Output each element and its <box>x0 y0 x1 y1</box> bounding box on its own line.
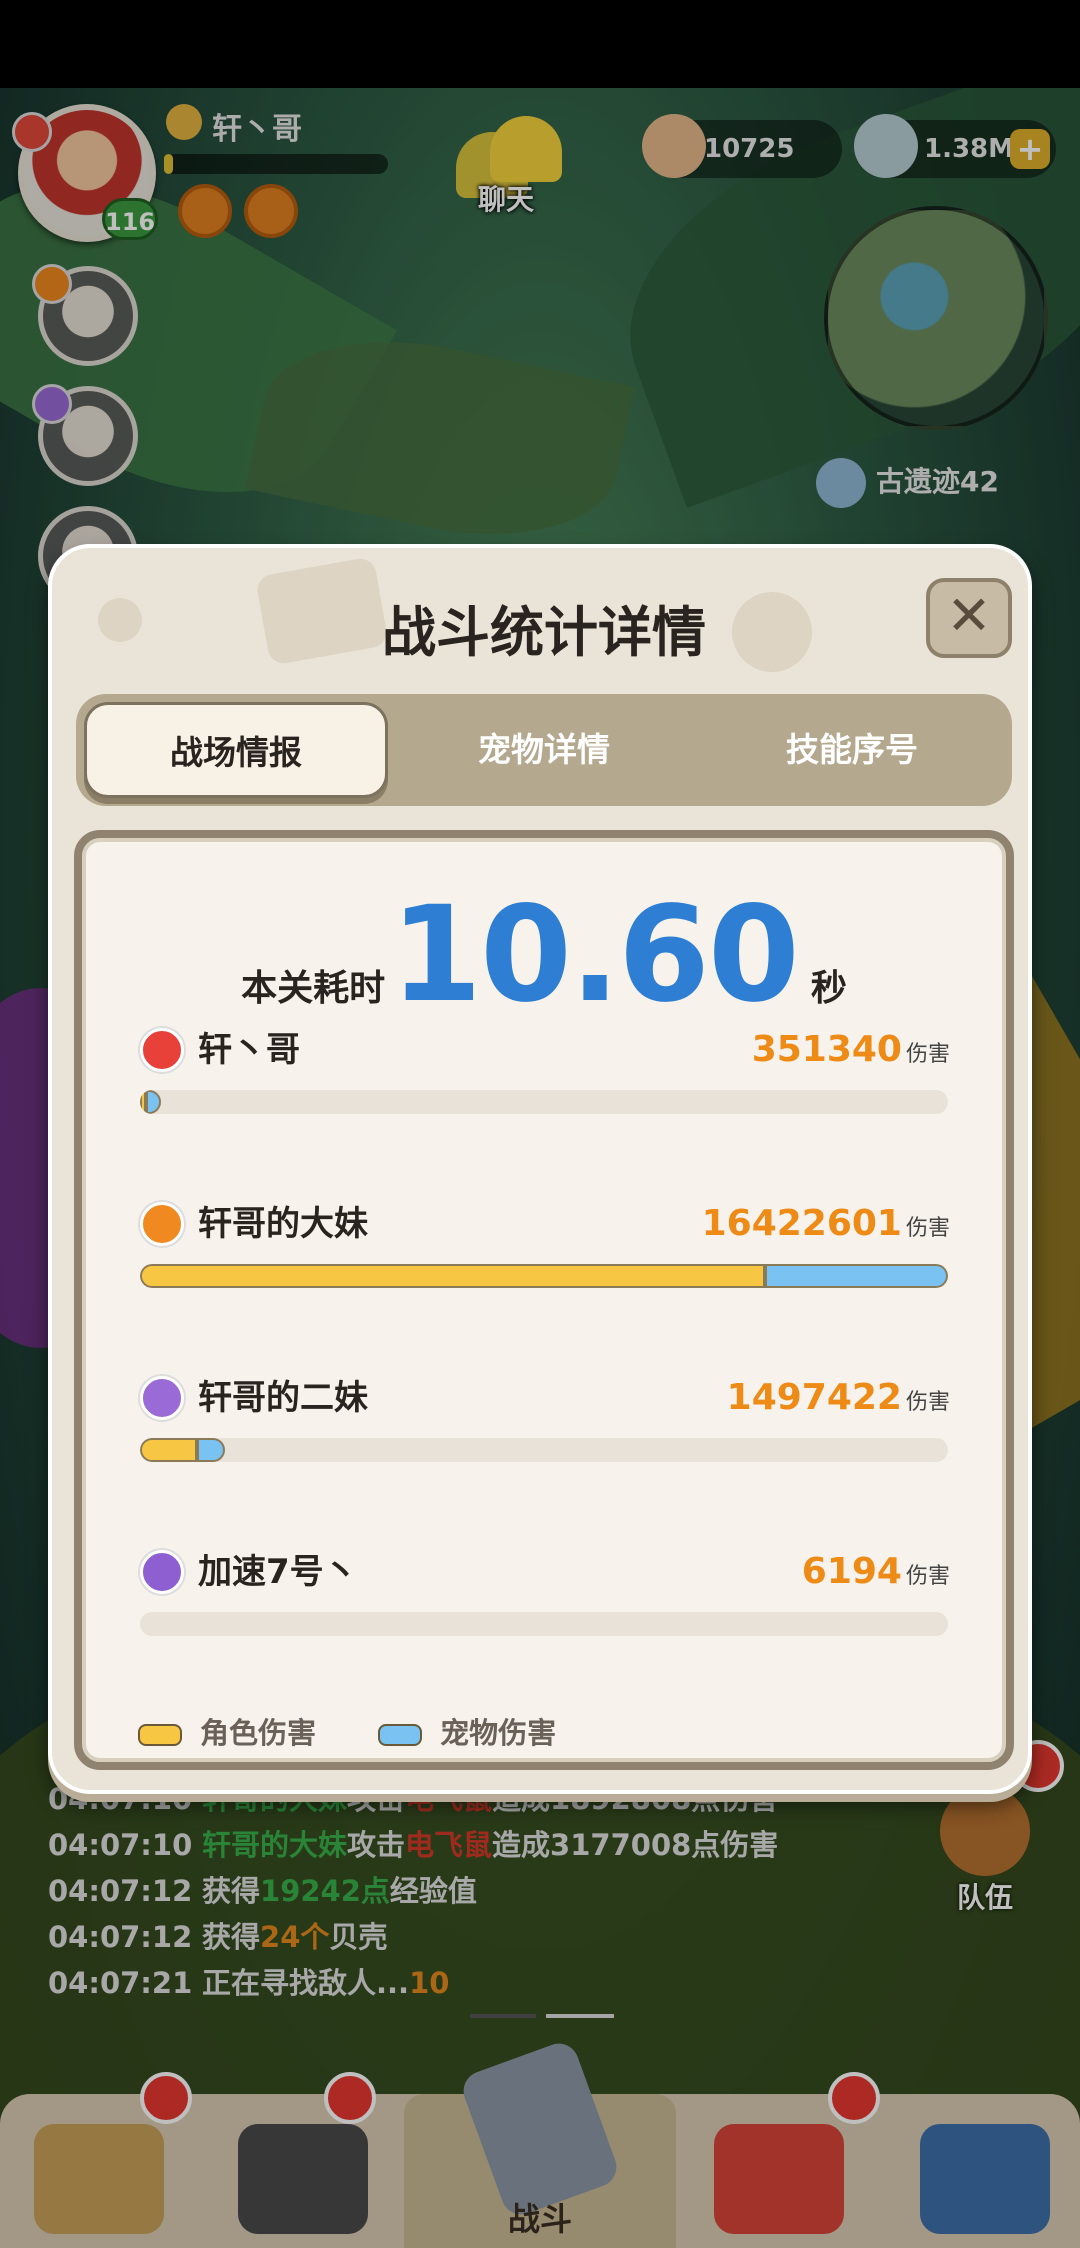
damage-row: 轩丶哥 351340 伤害 <box>140 1028 950 1148</box>
pet-damage-segment <box>197 1438 225 1462</box>
tab-pet-details[interactable]: 宠物详情 <box>392 702 696 798</box>
legend-pet-label: 宠物伤害 <box>440 1716 557 1750</box>
stats-panel: 本关耗时 10.60 秒 轩丶哥 351340 伤害 轩哥的大妹 16422601 伤害轩… <box>74 830 1014 1770</box>
time-value: 10.60 <box>390 878 800 1032</box>
stage-time: 本关耗时 10.60 秒 <box>82 878 1006 1032</box>
battle-stats-dialog: 战斗统计详情 ✕ 战场情报 宠物详情 技能序号 本关耗时 10.60 秒 轩丶哥… <box>48 544 1032 1794</box>
member-name: 加速7号丶 <box>198 1552 358 1592</box>
damage-bar <box>140 1090 948 1114</box>
pet-damage-segment <box>146 1090 161 1114</box>
legend-pet: 宠物伤害 <box>378 1710 556 1752</box>
legend: 角色伤害 宠物伤害 <box>138 1710 608 1752</box>
member-name: 轩哥的二妹 <box>198 1378 368 1418</box>
damage-value: 351340 <box>751 1029 902 1070</box>
damage-value: 16422601 <box>701 1203 902 1244</box>
damage-total: 1497422 伤害 <box>727 1376 950 1426</box>
damage-value: 6194 <box>801 1551 902 1592</box>
pet-damage-segment <box>765 1264 948 1288</box>
damage-row: 加速7号丶 6194 伤害 <box>140 1550 950 1670</box>
damage-total: 6194 伤害 <box>802 1550 950 1600</box>
damage-total: 351340 伤害 <box>752 1028 950 1078</box>
element-icon <box>140 1376 184 1420</box>
legend-character: 角色伤害 <box>138 1710 316 1752</box>
damage-row: 轩哥的大妹 16422601 伤害 <box>140 1202 950 1322</box>
element-icon <box>140 1028 184 1072</box>
member-name: 轩丶哥 <box>198 1030 300 1070</box>
damage-unit: 伤害 <box>905 1390 950 1415</box>
damage-unit: 伤害 <box>905 1216 950 1241</box>
damage-bar <box>140 1612 948 1636</box>
member-name: 轩哥的大妹 <box>198 1204 368 1244</box>
dialog-title: 战斗统计详情 <box>382 601 706 664</box>
damage-bar <box>140 1264 948 1288</box>
damage-unit: 伤害 <box>905 1564 950 1589</box>
damage-total: 16422601 伤害 <box>702 1202 950 1252</box>
close-button[interactable]: ✕ <box>926 578 1012 658</box>
legend-swatch-pet <box>378 1724 423 1746</box>
damage-unit: 伤害 <box>905 1042 950 1067</box>
character-damage-segment <box>140 1438 197 1462</box>
damage-value: 1497422 <box>726 1377 902 1418</box>
tab-bar: 战场情报 宠物详情 技能序号 <box>76 694 1012 806</box>
damage-row: 轩哥的二妹 1497422 伤害 <box>140 1376 950 1496</box>
element-icon <box>140 1550 184 1594</box>
legend-swatch-character <box>138 1724 182 1746</box>
character-damage-segment <box>140 1264 765 1288</box>
legend-character-label: 角色伤害 <box>200 1716 317 1750</box>
status-bar <box>0 0 1080 88</box>
time-label: 本关耗时 <box>241 968 386 1009</box>
time-unit: 秒 <box>810 968 847 1009</box>
tab-skill-order[interactable]: 技能序号 <box>700 702 1004 798</box>
tab-battlefield[interactable]: 战场情报 <box>84 702 388 798</box>
damage-bar <box>140 1438 948 1462</box>
element-icon <box>140 1202 184 1246</box>
